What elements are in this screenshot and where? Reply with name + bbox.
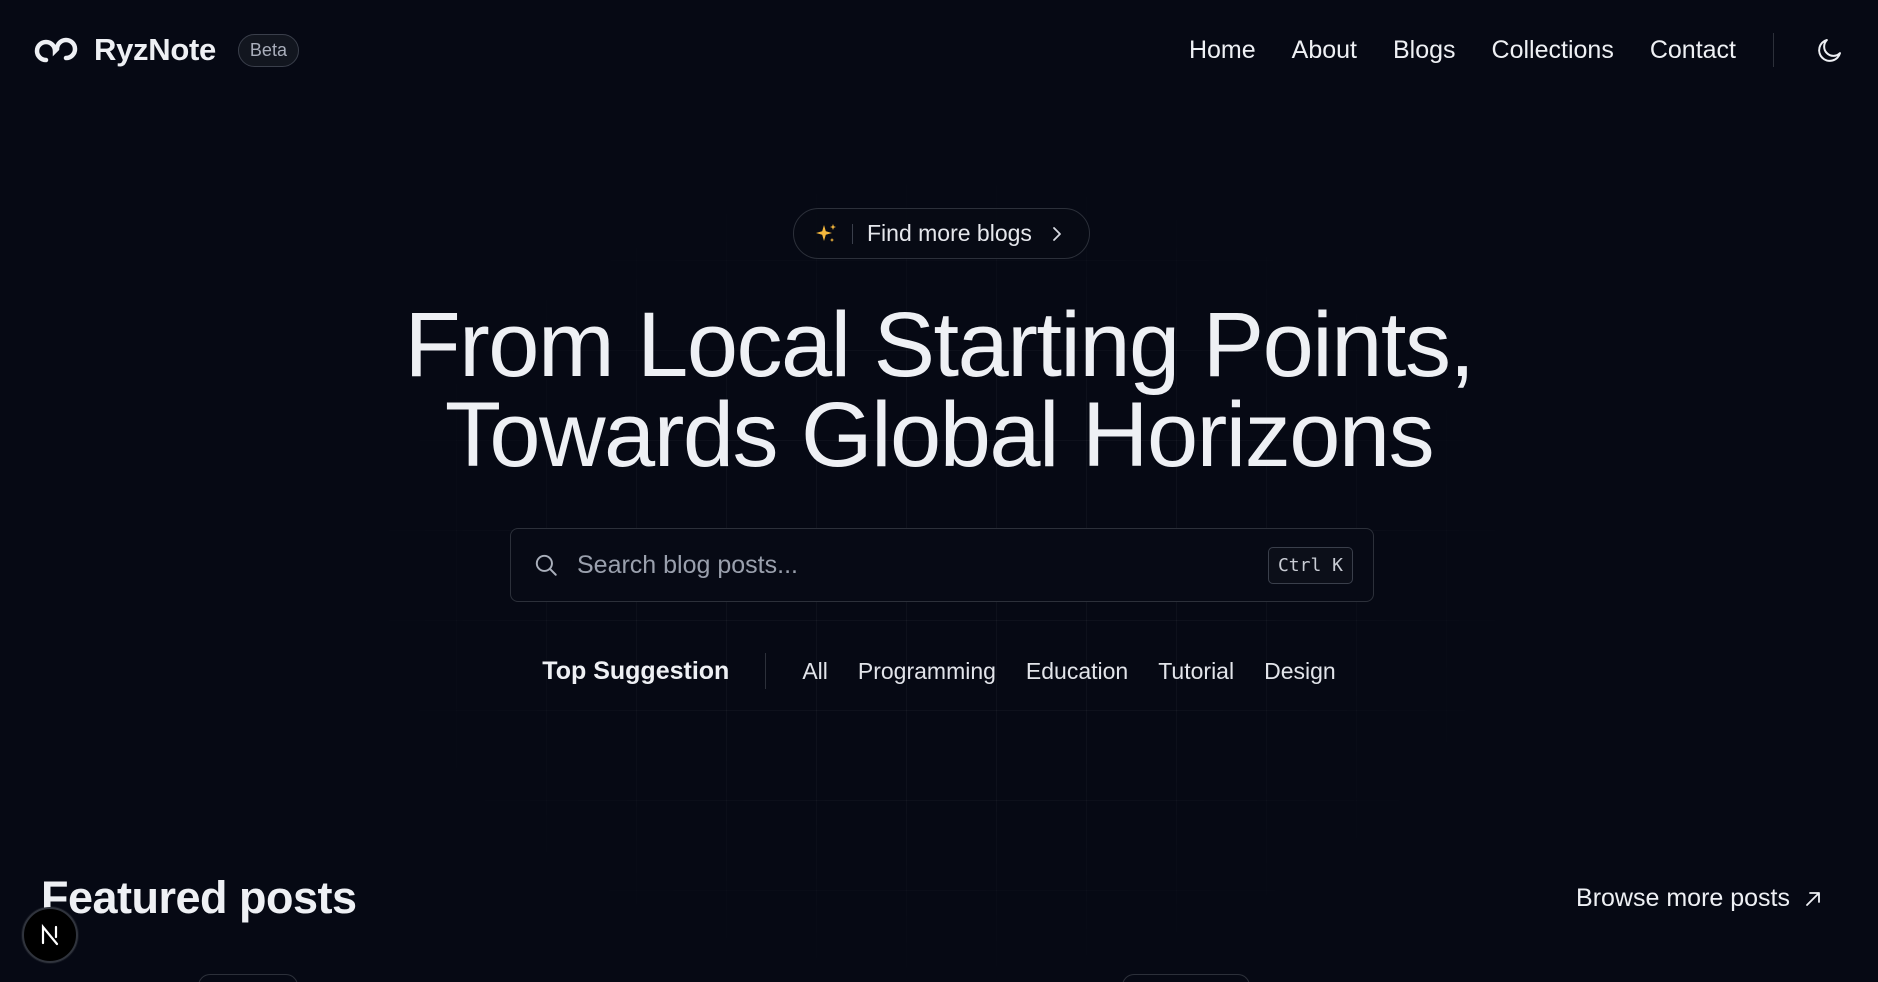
suggestion-tag-tutorial[interactable]: Tutorial <box>1158 658 1234 685</box>
find-more-blogs-pill[interactable]: Find more blogs <box>793 208 1090 259</box>
nav-blogs[interactable]: Blogs <box>1393 36 1456 65</box>
browse-more-posts-link[interactable]: Browse more posts <box>1576 884 1824 913</box>
nextjs-dev-badge[interactable] <box>22 907 78 963</box>
main-nav: Home About Blogs Collections Contact <box>1153 33 1846 67</box>
featured-card-tab-right <box>1122 974 1250 982</box>
search-shortcut-hint: Ctrl K <box>1267 546 1353 584</box>
suggestion-tag-all[interactable]: All <box>802 658 828 685</box>
suggestion-tag-education[interactable]: Education <box>1026 658 1128 685</box>
infinity-logo-icon <box>32 32 80 68</box>
search-box: Ctrl K <box>510 528 1374 602</box>
nav-collections[interactable]: Collections <box>1492 36 1614 65</box>
browse-label: Browse more posts <box>1576 884 1790 912</box>
site-header: RyzNote Beta Home About Blogs Collection… <box>0 0 1878 100</box>
hero-title: From Local Starting Points, Towards Glob… <box>0 294 1878 486</box>
hero-title-line-2: Towards Global Horizons <box>444 384 1435 486</box>
brand[interactable]: RyzNote Beta <box>32 32 299 68</box>
suggestion-tag-design[interactable]: Design <box>1264 658 1336 685</box>
suggestion-tag-programming[interactable]: Programming <box>858 658 996 685</box>
sparkles-icon <box>814 222 838 246</box>
brand-name: RyzNote <box>94 32 216 67</box>
arrow-up-right-icon <box>1802 888 1824 910</box>
nav-divider <box>1773 33 1774 67</box>
beta-badge: Beta <box>237 33 299 67</box>
pill-separator <box>852 223 853 244</box>
hero-title-line-1: From Local Starting Points, <box>404 294 1475 396</box>
moon-icon <box>1818 39 1841 62</box>
featured-posts-title: Featured posts <box>41 872 357 923</box>
search-input[interactable] <box>577 550 1268 580</box>
nav-about[interactable]: About <box>1292 36 1357 65</box>
pill-label: Find more blogs <box>867 220 1032 246</box>
nav-contact[interactable]: Contact <box>1650 36 1736 65</box>
nextjs-logo-icon <box>41 923 59 946</box>
featured-card-tab-left <box>198 974 298 982</box>
suggestion-divider <box>765 653 767 689</box>
top-suggestion-bar: Top Suggestion All Programming Education… <box>0 650 1878 692</box>
theme-toggle-button[interactable] <box>1814 34 1846 66</box>
top-suggestion-title: Top Suggestion <box>542 656 730 685</box>
search-icon <box>533 552 559 578</box>
nav-home[interactable]: Home <box>1189 36 1256 65</box>
chevron-right-icon <box>1050 225 1064 243</box>
